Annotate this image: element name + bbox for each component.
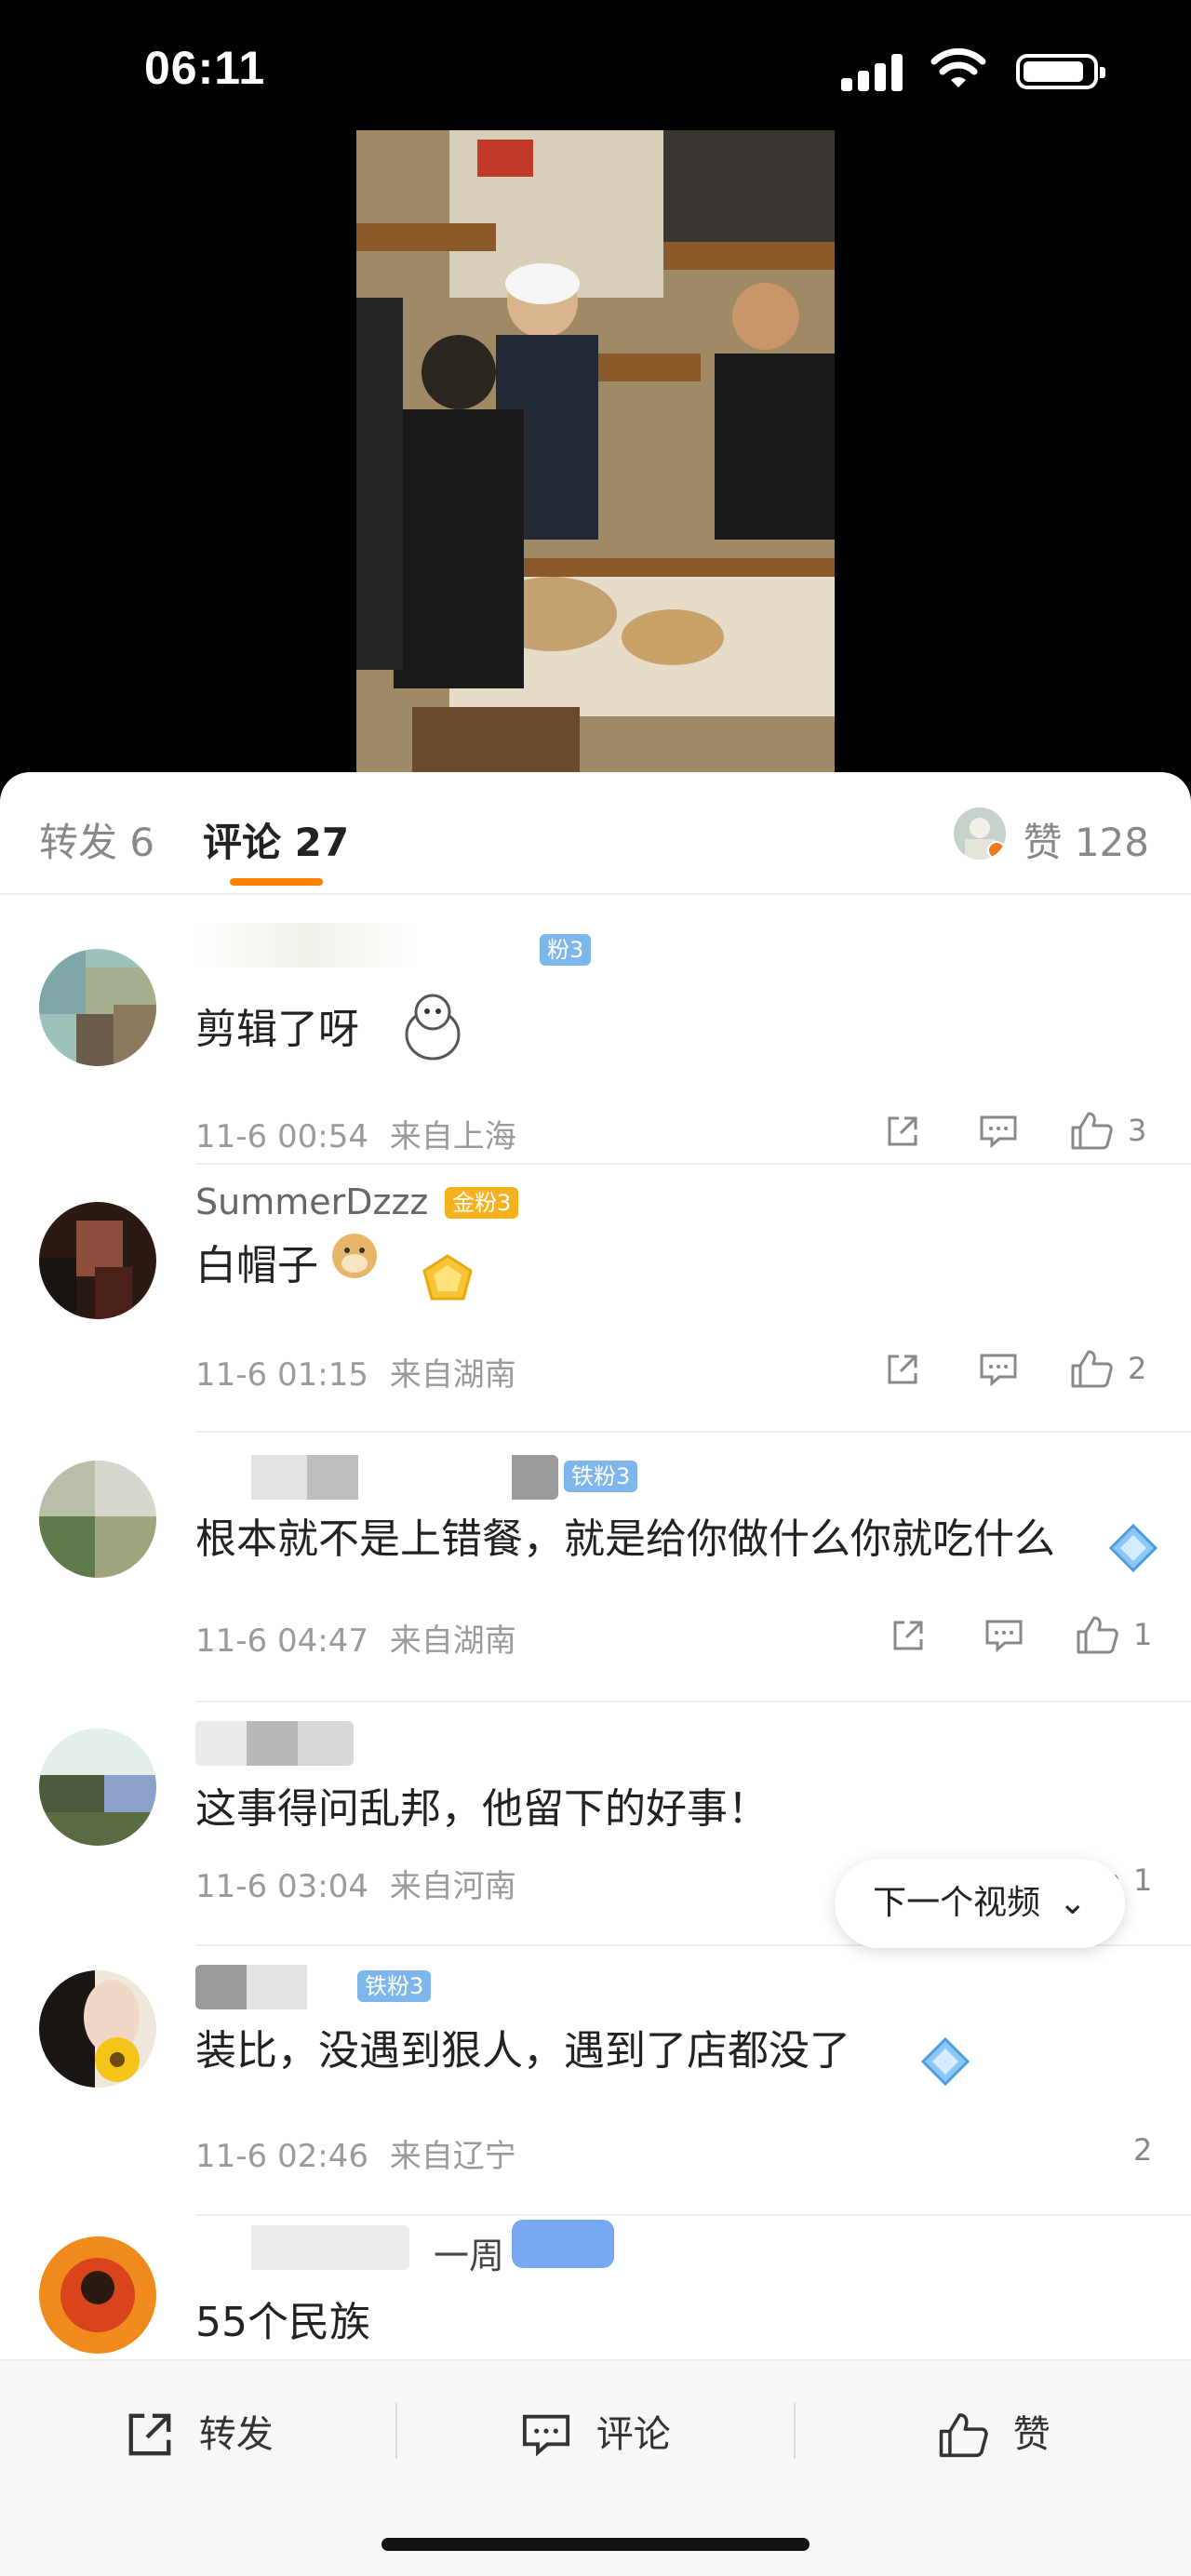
reply-icon[interactable] <box>984 1619 1024 1652</box>
video-frame-image <box>356 130 835 772</box>
comment-meta: 11-6 02:46 来自辽宁 <box>195 2130 516 2176</box>
repost-button[interactable]: 转发 <box>126 2400 274 2465</box>
cat-sticker-icon <box>405 994 461 1061</box>
comment-item: SummerDzzz 金粉3 白帽子 11-6 01:15 来自湖南 2 <box>0 1165 1191 1433</box>
status-icons <box>819 48 1105 95</box>
comment-item: 粉3 剪辑了呀 11-6 00:54 来自上海 3 <box>0 895 1191 1165</box>
next-video-button[interactable]: 下一个视频 ⌄ <box>835 1859 1125 1948</box>
comment-text: 白帽子 <box>195 1242 318 1289</box>
avatar[interactable] <box>39 1202 156 1319</box>
cellular-signal-icon <box>841 54 903 91</box>
share-icon[interactable] <box>886 1114 919 1148</box>
comment-text: 这事得问乱邦，他留下的好事！ <box>195 1785 769 1833</box>
avatar[interactable] <box>39 1728 156 1846</box>
avatar[interactable] <box>39 2236 156 2354</box>
share-icon <box>128 2413 171 2456</box>
tab-repost[interactable]: 转发 6 <box>39 811 154 868</box>
like-button[interactable]: 赞 <box>938 2400 1050 2465</box>
chevron-down-icon: ⌄ <box>1058 1884 1087 1922</box>
status-time: 06:11 <box>144 42 266 94</box>
comment-location: 来自辽宁 <box>389 2138 516 2175</box>
comment-location: 来自湖南 <box>389 1622 516 1660</box>
fan-badge: 铁粉3 <box>357 1970 432 2002</box>
comment-meta: 11-6 01:15 来自湖南 <box>195 1349 516 1395</box>
wifi-icon <box>930 48 986 87</box>
comment-location: 来自河南 <box>389 1868 516 1905</box>
home-indicator <box>381 2538 810 2551</box>
share-icon[interactable] <box>886 1353 919 1386</box>
fan-badge: 粉3 <box>540 934 592 966</box>
comment-meta: 11-6 00:54 来自上海 <box>195 1111 516 1156</box>
next-video-label: 下一个视频 <box>873 1884 1041 1922</box>
divider <box>395 2403 397 2459</box>
comment-label: 评论 <box>596 2413 671 2456</box>
comment-text: 根本就不是上错餐，就是给你做什么你就吃什么 <box>195 1515 1055 1563</box>
username[interactable]: 一周 <box>434 2227 504 2278</box>
username[interactable]: SummerDzzz <box>195 1181 428 1222</box>
username-blurred[interactable] <box>195 1721 354 1766</box>
share-icon[interactable] <box>891 1619 925 1652</box>
comment-icon <box>522 2414 570 2457</box>
comment-item: 铁粉3 装比，没遇到狠人，遇到了店都没了 11-6 02:46 来自辽宁 2 <box>0 1946 1191 2216</box>
avatar[interactable] <box>39 949 156 1066</box>
battery-icon <box>1016 54 1105 89</box>
tab-likes[interactable]: 赞 128 <box>1023 811 1149 868</box>
comment-text: 55个民族 <box>195 2299 370 2346</box>
tab-active-indicator <box>230 878 323 886</box>
comments-sheet: 转发 6 评论 27 赞 128 粉3 剪辑了呀 11-6 00:54 来自上海 <box>0 772 1191 2576</box>
username-blurred[interactable] <box>195 2225 409 2270</box>
blue-gem-icon <box>1108 1523 1158 1573</box>
avatar[interactable] <box>39 1461 156 1578</box>
like-count: 1 <box>1133 1862 1153 1898</box>
comment-text: 装比，没遇到狠人，遇到了店都没了 <box>195 2027 850 2075</box>
like-icon[interactable] <box>1070 1349 1113 1388</box>
like-count: 3 <box>1128 1113 1147 1148</box>
comment-item: 铁粉3 根本就不是上错餐，就是给你做什么你就吃什么 11-6 04:47 来自湖… <box>0 1433 1191 1702</box>
like-icon <box>939 2413 988 2458</box>
sheet-tabs: 转发 6 评论 27 赞 128 <box>0 772 1191 895</box>
reply-icon[interactable] <box>979 1114 1018 1148</box>
liker-avatar[interactable] <box>954 808 1006 860</box>
comment-location: 来自湖南 <box>389 1356 516 1394</box>
comment-time: 11-6 00:54 <box>195 1118 368 1155</box>
comment-meta: 11-6 03:04 来自河南 <box>195 1861 516 1906</box>
like-count: 2 <box>1133 2132 1153 2168</box>
fan-badge: 金粉3 <box>445 1187 519 1219</box>
username-blurred[interactable] <box>195 1455 558 1500</box>
comment-time: 11-6 04:47 <box>195 1622 368 1660</box>
avatar[interactable] <box>39 1970 156 2088</box>
repost-label: 转发 <box>198 2413 274 2456</box>
video-player[interactable] <box>356 130 835 772</box>
comment-time: 11-6 01:15 <box>195 1356 368 1394</box>
gold-gem-icon <box>422 1254 473 1301</box>
doge-emoji-icon <box>332 1234 377 1278</box>
fan-badge: 铁粉3 <box>564 1461 638 1492</box>
comment-time: 11-6 03:04 <box>195 1868 368 1905</box>
like-count: 1 <box>1133 1617 1153 1652</box>
comment-location: 来自上海 <box>389 1118 516 1155</box>
like-icon[interactable] <box>1070 1111 1113 1150</box>
like-count: 2 <box>1128 1351 1147 1386</box>
badge-blurred <box>512 2220 614 2268</box>
comment-item: 一周 55个民族 <box>0 2216 1191 2365</box>
like-label: 赞 <box>1012 2413 1050 2456</box>
comment-meta: 11-6 04:47 来自湖南 <box>195 1615 516 1661</box>
status-bar: 06:11 <box>0 0 1191 130</box>
comment-button[interactable]: 评论 <box>521 2400 671 2465</box>
reply-icon[interactable] <box>979 1353 1018 1386</box>
comment-time: 11-6 02:46 <box>195 2138 368 2175</box>
comment-text: 剪辑了呀 <box>195 1006 359 1053</box>
tab-comments[interactable]: 评论 27 <box>203 811 349 868</box>
username-blurred[interactable] <box>195 923 419 968</box>
blue-gem-icon <box>920 2036 970 2087</box>
divider <box>794 2403 796 2459</box>
like-icon[interactable] <box>1076 1615 1118 1654</box>
